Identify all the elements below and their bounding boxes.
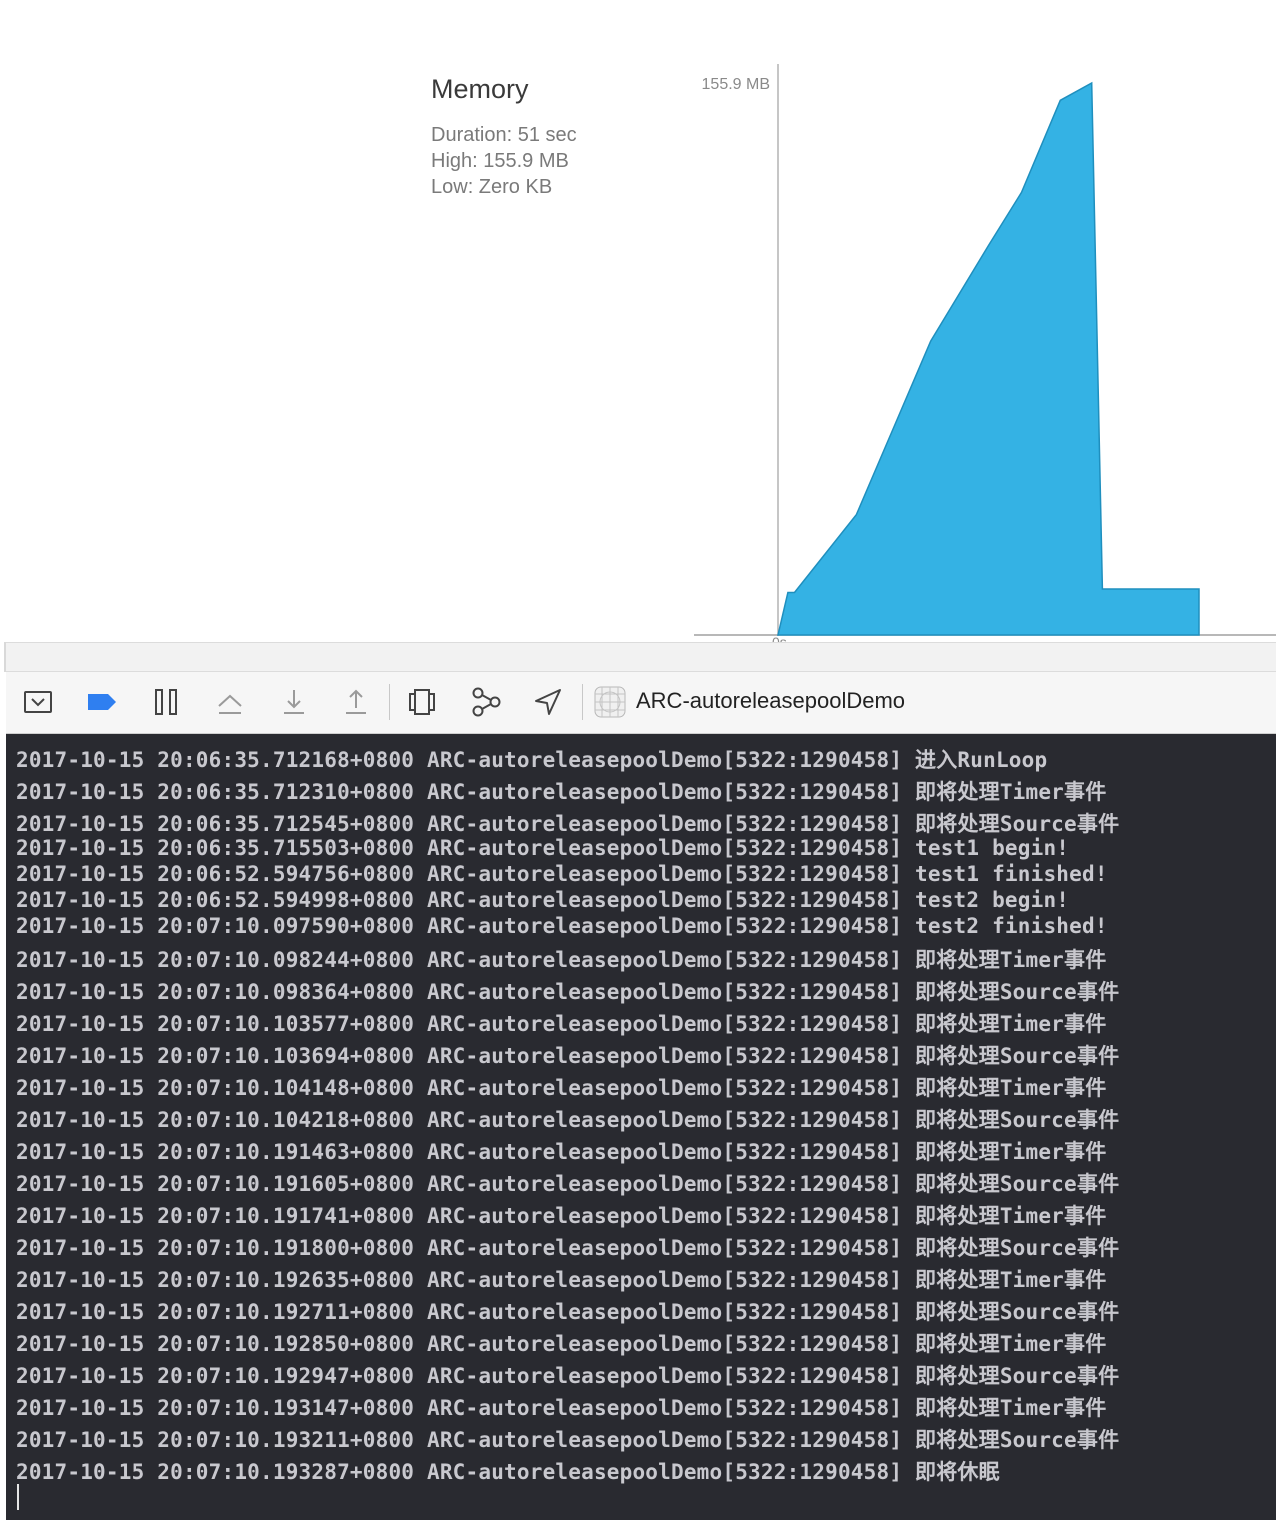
log-line: 2017-10-15 20:06:52.594998+0800 ARC-auto… — [16, 888, 1070, 912]
scheme-name[interactable]: ARC-autoreleasepoolDemo — [636, 688, 905, 714]
memory-graph-icon[interactable] — [466, 684, 506, 720]
log-line: 2017-10-15 20:07:10.098364+0800 ARC-auto… — [16, 980, 1120, 1004]
log-line: 2017-10-15 20:07:10.103694+0800 ARC-auto… — [16, 1044, 1120, 1068]
hide-debug-area-icon[interactable] — [18, 684, 58, 720]
log-line: 2017-10-15 20:07:10.192947+0800 ARC-auto… — [16, 1364, 1120, 1388]
timeline-strip — [6, 642, 1276, 672]
breakpoints-toggle-icon[interactable] — [82, 684, 122, 720]
log-line: 2017-10-15 20:07:10.103577+0800 ARC-auto… — [16, 1012, 1107, 1036]
memory-report-panel: Memory Duration: 51 sec High: 155.9 MB L… — [0, 0, 1276, 642]
log-line: 2017-10-15 20:07:10.191463+0800 ARC-auto… — [16, 1140, 1107, 1164]
log-line: 2017-10-15 20:07:10.097590+0800 ARC-auto… — [16, 914, 1108, 938]
debug-toolbar: ARC-autoreleasepoolDemo — [6, 672, 1276, 734]
log-line: 2017-10-15 20:06:35.715503+0800 ARC-auto… — [16, 836, 1070, 860]
location-icon[interactable] — [528, 684, 568, 720]
log-line: 2017-10-15 20:07:10.193287+0800 ARC-auto… — [16, 1460, 1000, 1484]
log-line: 2017-10-15 20:06:35.712168+0800 ARC-auto… — [16, 748, 1048, 772]
toolbar-separator — [582, 684, 583, 720]
memory-chart: 155.9 MB 0s — [694, 64, 1276, 642]
memory-series-area — [777, 81, 1200, 636]
log-line: 2017-10-15 20:07:10.104148+0800 ARC-auto… — [16, 1076, 1107, 1100]
log-line: 2017-10-15 20:07:10.191605+0800 ARC-auto… — [16, 1172, 1120, 1196]
step-out-icon[interactable] — [336, 684, 376, 720]
console-input-cursor[interactable] — [17, 1484, 19, 1510]
console-output[interactable]: 2017-10-15 20:06:35.712168+0800 ARC-auto… — [6, 734, 1276, 1520]
log-line: 2017-10-15 20:07:10.192635+0800 ARC-auto… — [16, 1268, 1107, 1292]
y-tick-top-label: 155.9 MB — [702, 76, 770, 93]
toolbar-separator — [389, 684, 390, 720]
log-line: 2017-10-15 20:07:10.098244+0800 ARC-auto… — [16, 948, 1107, 972]
log-line: 2017-10-15 20:07:10.104218+0800 ARC-auto… — [16, 1108, 1120, 1132]
log-line: 2017-10-15 20:07:10.193147+0800 ARC-auto… — [16, 1396, 1107, 1420]
log-line: 2017-10-15 20:07:10.192711+0800 ARC-auto… — [16, 1300, 1120, 1324]
step-into-icon[interactable] — [274, 684, 314, 720]
pause-icon[interactable] — [146, 684, 186, 720]
log-line: 2017-10-15 20:07:10.192850+0800 ARC-auto… — [16, 1332, 1107, 1356]
view-debugger-icon[interactable] — [402, 684, 442, 720]
log-line: 2017-10-15 20:06:35.712545+0800 ARC-auto… — [16, 812, 1120, 836]
log-line: 2017-10-15 20:06:52.594756+0800 ARC-auto… — [16, 862, 1108, 886]
log-line: 2017-10-15 20:07:10.191741+0800 ARC-auto… — [16, 1204, 1107, 1228]
log-line: 2017-10-15 20:06:35.712310+0800 ARC-auto… — [16, 780, 1107, 804]
step-over-icon[interactable] — [210, 684, 250, 720]
app-icon — [592, 684, 628, 720]
log-line: 2017-10-15 20:07:10.191800+0800 ARC-auto… — [16, 1236, 1120, 1260]
log-line: 2017-10-15 20:07:10.193211+0800 ARC-auto… — [16, 1428, 1120, 1452]
